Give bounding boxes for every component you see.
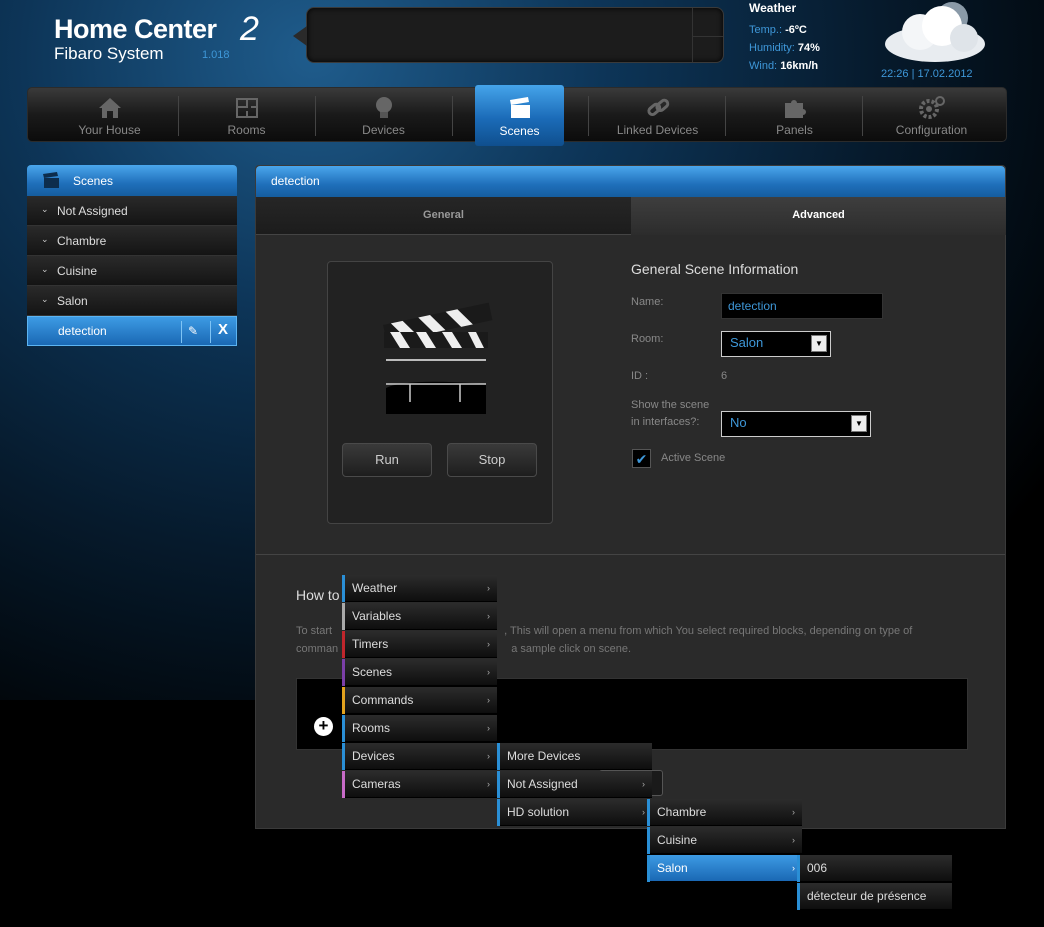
clapper-icon <box>43 172 59 188</box>
chevron-down-icon: ⌄ <box>41 204 49 214</box>
chevron-right-icon: › <box>487 667 490 677</box>
chevron-right-icon: › <box>487 611 490 621</box>
app-version: 1.018 <box>202 49 230 61</box>
sidebar-group-chambre[interactable]: ⌄ Chambre <box>27 226 237 256</box>
delete-button[interactable]: X <box>218 321 228 338</box>
menu-item-cameras[interactable]: Cameras › <box>342 771 497 798</box>
bulb-icon <box>375 97 392 118</box>
chevron-right-icon: › <box>792 863 795 873</box>
nav-devices[interactable]: Devices <box>316 88 451 143</box>
chevron-down-icon: ⌄ <box>41 264 49 274</box>
room-select[interactable]: Salon ▼ <box>721 331 831 357</box>
submenu-item-salon[interactable]: Salon › <box>647 855 802 882</box>
sidebar-header: Scenes <box>27 165 237 196</box>
stop-button[interactable]: Stop <box>447 443 537 477</box>
house-icon <box>98 98 121 118</box>
active-scene-label: Active Scene <box>661 452 726 464</box>
chevron-right-icon: › <box>487 695 490 705</box>
menu-item-weather[interactable]: Weather › <box>342 575 497 602</box>
submenu-item-not-assigned[interactable]: Not Assigned › <box>497 771 652 798</box>
show-label: Show the scene in interfaces?: <box>631 399 710 428</box>
submenu-item-chambre[interactable]: Chambre › <box>647 799 802 826</box>
clapper-icon <box>509 97 530 118</box>
app-title: Home Center <box>54 14 217 44</box>
chain-link-icon <box>646 98 669 116</box>
submenu-item-hd-solution[interactable]: HD solution › <box>497 799 652 826</box>
dropdown-arrow-icon: ▼ <box>851 415 867 432</box>
message-display <box>293 7 724 63</box>
chevron-right-icon: › <box>487 583 490 593</box>
device-item-006[interactable]: 006 <box>797 855 952 882</box>
run-button[interactable]: Run <box>342 443 432 477</box>
weather-humidity: Humidity: 74% <box>749 42 820 54</box>
nav-configuration[interactable]: Configuration <box>864 88 999 143</box>
device-item-detecteur[interactable]: détecteur de présence <box>797 883 952 910</box>
sidebar-group-salon[interactable]: ⌄ Salon <box>27 286 237 316</box>
floorplan-icon <box>235 98 258 118</box>
add-block-icon[interactable]: + <box>314 717 333 736</box>
active-scene-checkbox[interactable]: ✔ <box>632 449 651 468</box>
dropdown-arrow-icon: ▼ <box>811 335 827 352</box>
submenu-item-cuisine[interactable]: Cuisine › <box>647 827 802 854</box>
menu-item-scenes[interactable]: Scenes › <box>342 659 497 686</box>
pencil-icon[interactable]: ✎ <box>188 324 198 338</box>
id-label: ID : <box>631 370 649 382</box>
info-title: General Scene Information <box>631 261 799 277</box>
name-field[interactable]: detection <box>721 293 883 319</box>
menu-item-timers[interactable]: Timers › <box>342 631 497 658</box>
weather-title: Weather <box>749 1 797 15</box>
chevron-right-icon: › <box>792 807 795 817</box>
main-nav: Your House Rooms Devices Scenes Linked D… <box>27 85 1007 146</box>
scenes-sidebar: Scenes ⌄ Not Assigned ⌄ Chambre ⌄ Cuisin… <box>27 165 237 346</box>
chevron-down-icon: ⌄ <box>41 294 49 304</box>
menu-item-commands[interactable]: Commands › <box>342 687 497 714</box>
cloud-icon <box>885 2 985 62</box>
chevron-right-icon: › <box>487 779 490 789</box>
weather-wind: Wind: 16km/h <box>749 60 819 72</box>
app-subtitle: Fibaro System <box>54 44 164 63</box>
scene-icon-box: Run Stop <box>327 261 553 524</box>
weather-temp: Temp.: -6ºC <box>749 24 807 36</box>
nav-panels[interactable]: Panels <box>727 88 862 143</box>
chevron-right-icon: › <box>642 779 645 789</box>
app-title-number: 2 <box>240 10 259 48</box>
chevron-right-icon: › <box>487 723 490 733</box>
name-label: Name: <box>631 296 664 308</box>
howto-title: How to <box>296 587 340 603</box>
scene-tabs: General Advanced <box>256 197 1006 235</box>
sidebar-group-cuisine[interactable]: ⌄ Cuisine <box>27 256 237 286</box>
menu-item-devices[interactable]: Devices › <box>342 743 497 770</box>
chevron-right-icon: › <box>642 807 645 817</box>
scene-header: detection <box>256 166 1005 197</box>
clapperboard-icon <box>383 302 493 414</box>
sidebar-group-not-assigned[interactable]: ⌄ Not Assigned <box>27 196 237 226</box>
divider <box>256 554 1005 555</box>
datetime: 22:26 | 17.02.2012 <box>881 68 973 80</box>
submenu-item-more-devices[interactable]: More Devices <box>497 743 652 770</box>
nav-scenes[interactable]: Scenes <box>475 85 564 146</box>
sidebar-scene-detection[interactable]: detection ✎ X <box>27 316 237 346</box>
room-label: Room: <box>631 333 664 345</box>
show-select[interactable]: No ▼ <box>721 411 871 437</box>
chevron-right-icon: › <box>487 639 490 649</box>
chevron-right-icon: › <box>487 751 490 761</box>
chevron-right-icon: › <box>792 835 795 845</box>
tab-general[interactable]: General <box>256 197 631 235</box>
nav-linked-devices[interactable]: Linked Devices <box>590 88 725 143</box>
gears-icon <box>918 96 945 119</box>
chevron-down-icon: ⌄ <box>41 234 49 244</box>
menu-item-variables[interactable]: Variables › <box>342 603 497 630</box>
id-value: 6 <box>721 370 728 382</box>
menu-item-rooms[interactable]: Rooms › <box>342 715 497 742</box>
puzzle-icon <box>784 100 806 118</box>
nav-your-house[interactable]: Your House <box>42 88 177 143</box>
tab-advanced[interactable]: Advanced <box>631 197 1006 235</box>
nav-rooms[interactable]: Rooms <box>179 88 314 143</box>
